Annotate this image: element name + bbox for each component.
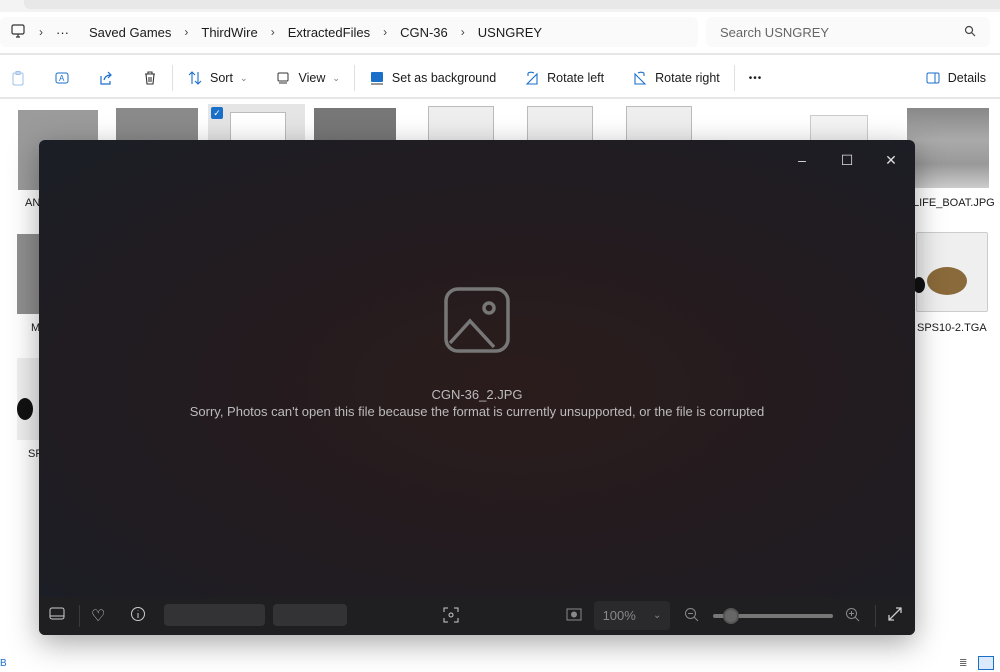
rename-icon: A xyxy=(55,72,69,84)
close-button[interactable]: ✕ xyxy=(876,152,906,169)
file-thumbnail[interactable] xyxy=(907,108,989,188)
clipboard-icon xyxy=(12,71,24,86)
paste-button[interactable] xyxy=(0,60,40,96)
gimp-file-icon[interactable] xyxy=(913,232,988,312)
zoom-slider[interactable] xyxy=(713,608,833,624)
file-label: LIFE_BOAT.JPG xyxy=(913,197,995,209)
favorite-heart-icon[interactable]: ♡ xyxy=(91,606,105,626)
rotate-left-icon xyxy=(525,71,538,85)
share-icon xyxy=(100,71,112,85)
breadcrumb-item[interactable]: Saved Games xyxy=(79,25,181,40)
list-view-icon[interactable]: ≣ xyxy=(959,658,967,669)
chevron-down-icon: ⌄ xyxy=(653,610,662,621)
share-button[interactable] xyxy=(84,60,128,96)
file-thumbnail-selected[interactable]: ✓ xyxy=(208,104,305,144)
view-icon xyxy=(277,72,289,84)
tab[interactable] xyxy=(24,0,1000,9)
gimp-file-icon[interactable] xyxy=(17,358,39,440)
error-message: Sorry, Photos can't open this file becau… xyxy=(189,404,765,419)
delete-button[interactable] xyxy=(128,60,172,96)
wallpaper-icon xyxy=(370,72,383,85)
command-bar: A Sort ⌄ View ⌄ Set as background Rotate l… xyxy=(0,60,1000,96)
details-button[interactable]: Details xyxy=(911,60,1000,96)
status-text: B xyxy=(0,658,7,669)
divider xyxy=(0,97,1000,99)
photos-viewer-window: – ☐ ✕ CGN-36_2.JPG Sorry, Photos can't o… xyxy=(39,140,915,635)
viewer-bottom-toolbar: ♡ 100% ⌄ xyxy=(39,597,915,635)
view-label: View xyxy=(298,71,326,85)
checkbox-checked[interactable]: ✓ xyxy=(211,107,223,119)
divider xyxy=(79,605,80,627)
rotate-left-button[interactable]: Rotate left xyxy=(510,60,618,96)
more-options-button[interactable]: ••• xyxy=(735,60,777,96)
trash-icon xyxy=(145,71,155,85)
search-placeholder: Search USNGREY xyxy=(720,24,830,40)
chevron-right-icon: › xyxy=(184,25,189,39)
breadcrumb-item[interactable]: CGN-36 xyxy=(390,25,458,40)
minimize-button[interactable]: – xyxy=(787,152,817,168)
zoom-out-icon[interactable] xyxy=(684,607,700,626)
info-icon[interactable] xyxy=(130,606,146,625)
set-as-background-button[interactable]: Set as background xyxy=(355,60,510,96)
chevron-down-icon: ⌄ xyxy=(332,72,340,83)
breadcrumb-overflow[interactable]: ··· xyxy=(46,25,79,40)
view-button[interactable]: View ⌄ xyxy=(261,60,353,96)
maximize-button[interactable]: ☐ xyxy=(832,152,862,169)
search-icon[interactable] xyxy=(964,25,976,40)
toolbar-placeholder-button[interactable] xyxy=(273,604,347,626)
search-input[interactable]: Search USNGREY xyxy=(706,17,990,47)
zoom-in-icon[interactable] xyxy=(845,607,861,626)
zoom-level: 100% xyxy=(602,608,636,623)
rotate-left-label: Rotate left xyxy=(547,71,605,85)
zoom-slider-thumb[interactable] xyxy=(723,608,739,624)
svg-text:A: A xyxy=(59,74,65,83)
filmstrip-icon[interactable] xyxy=(49,607,65,624)
chevron-down-icon: ⌄ xyxy=(239,72,248,83)
set-as-background-label: Set as background xyxy=(391,71,497,85)
breadcrumb-item[interactable]: ExtractedFiles xyxy=(278,25,380,40)
toolbar-placeholder-button[interactable] xyxy=(164,604,265,626)
details-pane-icon xyxy=(926,72,940,84)
tab-strip xyxy=(0,0,1000,12)
divider xyxy=(0,53,1000,55)
chevron-right-icon: › xyxy=(460,25,465,39)
sort-label: Sort xyxy=(210,71,233,85)
divider xyxy=(875,605,876,627)
computer-icon[interactable] xyxy=(0,23,36,42)
file-name: CGN-36_2.JPG xyxy=(431,387,523,402)
status-bar: B ≣ xyxy=(0,656,1000,672)
rotate-right-label: Rotate right xyxy=(655,71,720,85)
breadcrumb-item[interactable]: ThirdWire xyxy=(191,25,267,40)
chevron-right-icon: › xyxy=(383,25,388,39)
chevron-right-icon: › xyxy=(39,25,43,39)
fullscreen-icon[interactable] xyxy=(887,606,903,625)
visual-search-icon[interactable] xyxy=(443,607,459,626)
file-label: AN xyxy=(25,197,41,209)
file-label: SPS10-2.TGA xyxy=(917,322,987,334)
rotate-right-icon xyxy=(634,71,647,85)
chevron-right-icon: › xyxy=(270,25,275,39)
actual-size-icon[interactable] xyxy=(566,608,582,625)
breadcrumb-item[interactable]: USNGREY xyxy=(468,25,552,40)
rename-button[interactable]: A xyxy=(40,60,84,96)
tiles-view-icon[interactable] xyxy=(978,656,994,670)
sort-button[interactable]: Sort ⌄ xyxy=(173,60,261,96)
zoom-level-dropdown[interactable]: 100% ⌄ xyxy=(594,601,670,630)
details-label: Details xyxy=(947,71,986,85)
sort-icon xyxy=(188,71,202,85)
image-placeholder-icon xyxy=(444,287,510,353)
address-bar[interactable]: › ··· Saved Games › ThirdWire › Extracte… xyxy=(0,17,698,47)
rotate-right-button[interactable]: Rotate right xyxy=(618,60,734,96)
